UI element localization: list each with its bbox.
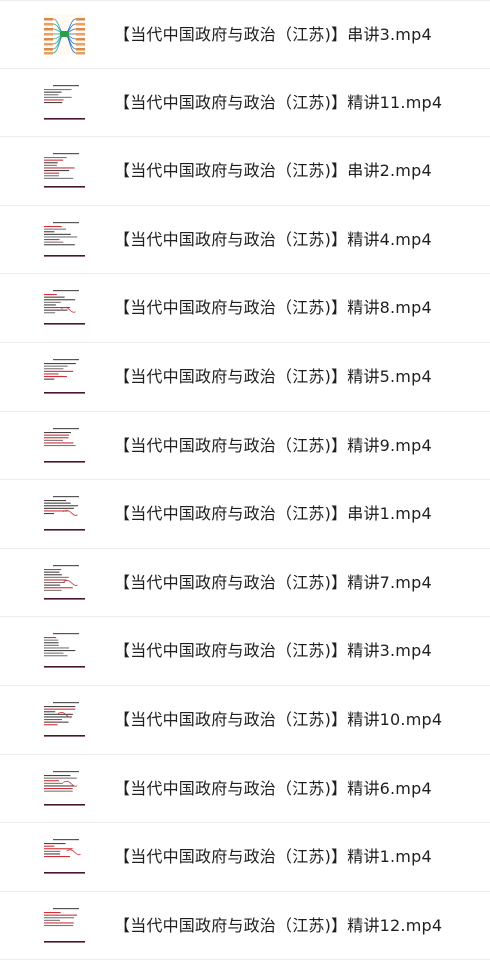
video-thumbnail[interactable] [43, 81, 86, 123]
video-thumbnail[interactable] [43, 493, 86, 535]
thumbnail-image [43, 904, 86, 946]
thumbnail-image [43, 150, 86, 192]
file-name[interactable]: 【当代中国政府与政治（江苏)】精讲7.mp4 [114, 549, 432, 617]
file-row[interactable]: 【当代中国政府与政治（江苏)】精讲8.mp4 [0, 274, 490, 343]
thumbnail-image [43, 836, 86, 878]
file-row[interactable]: 【当代中国政府与政治（江苏)】精讲12.mp4 [0, 892, 490, 961]
file-name[interactable]: 【当代中国政府与政治（江苏)】精讲3.mp4 [114, 617, 432, 685]
thumbnail-image [43, 14, 86, 55]
file-name[interactable]: 【当代中国政府与政治（江苏)】精讲1.mp4 [114, 823, 432, 891]
file-name[interactable]: 【当代中国政府与政治（江苏)】精讲4.mp4 [114, 206, 432, 274]
video-thumbnail[interactable] [43, 218, 86, 260]
thumbnail-image [43, 424, 86, 466]
thumbnail-image [43, 630, 86, 672]
file-row[interactable]: 【当代中国政府与政治（江苏)】精讲9.mp4 [0, 412, 490, 481]
video-thumbnail[interactable] [43, 355, 86, 397]
thumbnail-image [43, 287, 86, 329]
file-row[interactable]: 【当代中国政府与政治（江苏)】精讲10.mp4 [0, 686, 490, 755]
file-row[interactable]: 【当代中国政府与政治（江苏)】精讲6.mp4 [0, 755, 490, 824]
file-row[interactable]: 【当代中国政府与政治（江苏)】精讲3.mp4 [0, 617, 490, 686]
file-name[interactable]: 【当代中国政府与政治（江苏)】串讲3.mp4 [114, 1, 432, 69]
file-row[interactable]: 【当代中国政府与政治（江苏)】串讲3.mp4 [0, 0, 490, 69]
thumbnail-image [43, 698, 86, 740]
video-thumbnail[interactable] [43, 150, 86, 192]
thumbnail-image [43, 493, 86, 535]
thumbnail-image [43, 355, 86, 397]
video-thumbnail[interactable] [43, 14, 86, 55]
file-name[interactable]: 【当代中国政府与政治（江苏)】精讲12.mp4 [114, 892, 442, 960]
file-name[interactable]: 【当代中国政府与政治（江苏)】精讲8.mp4 [114, 274, 432, 342]
file-row[interactable]: 【当代中国政府与政治（江苏)】串讲2.mp4 [0, 137, 490, 206]
file-row[interactable]: 【当代中国政府与政治（江苏)】精讲11.mp4 [0, 69, 490, 138]
file-row[interactable]: 【当代中国政府与政治（江苏)】串讲1.mp4 [0, 480, 490, 549]
video-thumbnail[interactable] [43, 561, 86, 603]
video-thumbnail[interactable] [43, 904, 86, 946]
video-file-list: 【当代中国政府与政治（江苏)】串讲3.mp4 【当代中国政府与政治（江苏)】精讲… [0, 0, 490, 961]
video-thumbnail[interactable] [43, 287, 86, 329]
video-thumbnail[interactable] [43, 767, 86, 809]
video-thumbnail[interactable] [43, 424, 86, 466]
file-name[interactable]: 【当代中国政府与政治（江苏)】精讲11.mp4 [114, 69, 442, 137]
video-thumbnail[interactable] [43, 836, 86, 878]
file-name[interactable]: 【当代中国政府与政治（江苏)】串讲2.mp4 [114, 137, 432, 205]
file-row[interactable]: 【当代中国政府与政治（江苏)】精讲5.mp4 [0, 343, 490, 412]
thumbnail-image [43, 218, 86, 260]
file-name[interactable]: 【当代中国政府与政治（江苏)】精讲6.mp4 [114, 755, 432, 823]
file-name[interactable]: 【当代中国政府与政治（江苏)】精讲9.mp4 [114, 412, 432, 480]
file-name[interactable]: 【当代中国政府与政治（江苏)】精讲5.mp4 [114, 343, 432, 411]
thumbnail-image [43, 81, 86, 123]
file-row[interactable]: 【当代中国政府与政治（江苏)】精讲7.mp4 [0, 549, 490, 618]
video-thumbnail[interactable] [43, 630, 86, 672]
video-thumbnail[interactable] [43, 698, 86, 740]
thumbnail-image [43, 767, 86, 809]
file-row[interactable]: 【当代中国政府与政治（江苏)】精讲1.mp4 [0, 823, 490, 892]
file-name[interactable]: 【当代中国政府与政治（江苏)】串讲1.mp4 [114, 480, 432, 548]
file-row[interactable]: 【当代中国政府与政治（江苏)】精讲4.mp4 [0, 206, 490, 275]
thumbnail-image [43, 561, 86, 603]
file-name[interactable]: 【当代中国政府与政治（江苏)】精讲10.mp4 [114, 686, 442, 754]
